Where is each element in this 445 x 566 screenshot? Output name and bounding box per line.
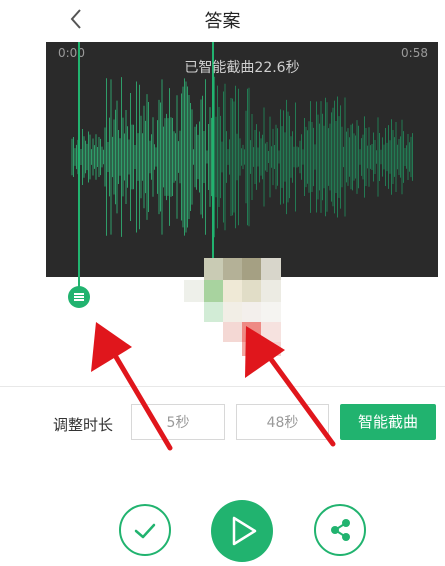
waveform-panel[interactable]: 0:00 0:58 已智能截曲22.6秒 (46, 42, 438, 277)
start-duration-input[interactable]: 5秒 (131, 404, 225, 440)
blur-tile (223, 280, 242, 302)
smart-cut-button[interactable]: 智能截曲 (340, 404, 436, 440)
blur-tile (204, 302, 223, 322)
menu-icon-line (74, 296, 84, 298)
duration-label: 调整时长 (53, 416, 114, 434)
start-handle[interactable] (68, 286, 90, 308)
blur-tile (223, 302, 242, 322)
playback-controls (0, 500, 445, 562)
blur-tile (184, 280, 204, 302)
blur-tile (261, 302, 281, 322)
duration-row: 调整时长 5秒 48秒 智能截曲 (0, 404, 445, 442)
check-icon (134, 523, 156, 539)
blur-tile (204, 280, 223, 302)
blur-tile (261, 322, 281, 342)
blur-tile (261, 342, 281, 356)
blur-tile (204, 258, 223, 280)
menu-icon (74, 293, 84, 295)
confirm-button[interactable] (119, 504, 171, 556)
blur-tile (242, 322, 261, 342)
play-button[interactable] (211, 500, 273, 562)
blur-tile (261, 280, 281, 302)
waveform-graphic (71, 42, 413, 277)
smart-cut-info: 已智能截曲22.6秒 (184, 60, 300, 76)
menu-icon-line (74, 299, 84, 301)
blur-tile (242, 342, 261, 356)
blur-tile (261, 258, 281, 280)
end-duration-input[interactable]: 48秒 (236, 404, 329, 440)
blur-tile (223, 258, 242, 280)
share-button[interactable] (314, 504, 366, 556)
blur-tile (242, 258, 261, 280)
blur-tile (223, 322, 242, 342)
divider (0, 386, 445, 387)
play-icon (232, 516, 257, 546)
share-icon (331, 519, 350, 541)
blur-tile (242, 302, 261, 322)
page-title: 答案 (204, 11, 241, 32)
blur-tile (242, 280, 261, 302)
header-bar: 答案 (0, 0, 445, 42)
blurred-region (184, 258, 299, 356)
start-handle-line[interactable] (78, 42, 80, 290)
